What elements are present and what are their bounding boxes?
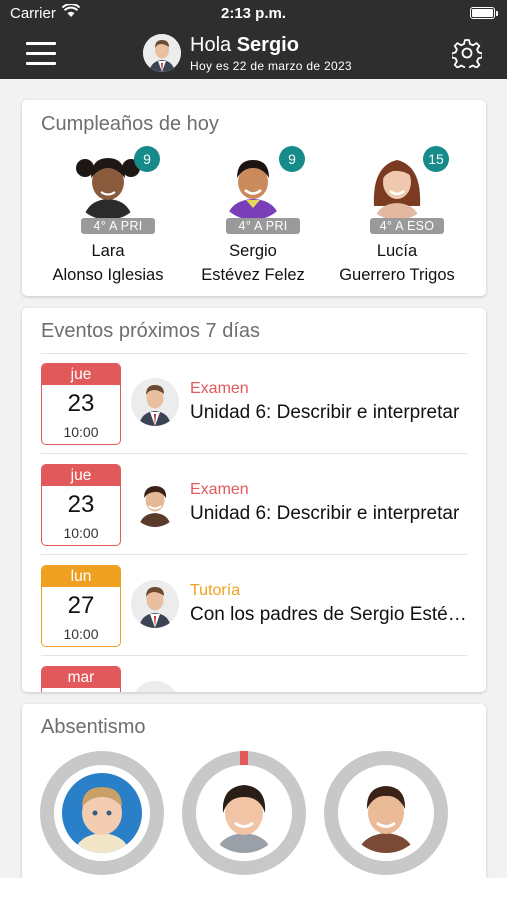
student-photo [346,773,426,853]
user-name: Sergio [236,34,299,56]
event-calendar: mar [41,666,121,692]
student-photo [204,773,284,853]
course-badge: 4° A PRI [226,218,300,234]
teacher-avatar [131,378,179,426]
absentismo-title: Absentismo [41,716,146,738]
gear-icon[interactable] [452,38,482,68]
event-weekday: lun [42,566,120,587]
birthdays-card: Cumpleaños de hoy 9 4° A PRI Lara Alonso… [22,100,486,296]
absence-progress-mark [240,751,248,765]
event-day: 23 [67,491,95,518]
student-last-name: Alonso Iglesias [52,266,164,284]
events-title: Eventos próximos 7 días [41,320,260,342]
absence-ring[interactable]: 1 [182,751,306,894]
event-description: Unidad 6: Describir e interpretar [190,402,460,423]
event-row[interactable]: jue 23 10:00 Examen Unidad 6: Describir … [22,456,486,546]
age-badge: 15 [423,146,449,172]
age-badge: 9 [134,146,160,172]
user-avatar[interactable] [143,34,181,72]
app-header: Hola Sergio Hoy es 22 de marzo de 2023 [0,28,507,79]
student-first-name: Lara [91,242,125,260]
event-calendar: jue 23 10:00 [41,363,121,445]
event-time: 10:00 [63,626,99,642]
event-day: 23 [67,390,95,417]
student-last-name: Guerrero Trigos [339,266,455,284]
event-description: Con los padres de Sergio Estévez [190,604,470,625]
status-bar: Carrier 2:13 p.m. [0,0,507,28]
event-day: 27 [67,592,95,619]
clock: 2:13 p.m. [220,5,287,22]
student-first-name: Lucía [376,242,418,260]
event-type: Tutoría [190,582,241,599]
teacher-avatar [131,479,179,527]
event-description: Unidad 6: Describir e interpretar [190,503,460,524]
battery-icon [470,7,495,19]
event-row[interactable]: mar [22,658,486,692]
course-badge: 4° A ESO [370,218,444,234]
divider [41,353,467,354]
bottom-bar [0,878,507,900]
current-date: Hoy es 22 de marzo de 2023 [190,59,352,73]
age-badge: 9 [279,146,305,172]
hamburger-menu-icon[interactable] [26,40,56,66]
birthdays-title: Cumpleaños de hoy [41,113,219,135]
student-first-name: Sergio [229,242,277,260]
student-last-name: Estévez Felez [201,266,305,284]
event-row[interactable]: lun 27 10:00 Tutoría Con los padres de S… [22,557,486,647]
greeting-text: Hola [190,34,232,56]
absentismo-card: Absentismo 0 1 [22,704,486,894]
greeting: Hola Sergio [190,34,299,57]
event-row[interactable]: jue 23 10:00 Examen Unidad 6: Describir … [22,355,486,445]
absence-ring[interactable]: 0 [40,751,164,894]
event-type: Examen [190,481,249,498]
event-weekday: jue [42,364,120,385]
divider [41,554,467,555]
events-card: Eventos próximos 7 días jue 23 10:00 Exa… [22,308,486,692]
event-type: Examen [190,380,249,397]
battery-tip [496,11,498,16]
event-calendar: lun 27 10:00 [41,565,121,647]
divider [41,453,467,454]
divider [41,655,467,656]
teacher-avatar [131,580,179,628]
course-badge: 4° A PRI [81,218,155,234]
event-time: 10:00 [63,424,99,440]
event-time: 10:00 [63,525,99,541]
absence-ring[interactable]: 0 [324,751,448,894]
event-weekday: jue [42,465,120,486]
event-calendar: jue 23 10:00 [41,464,121,546]
student-photo [62,773,142,853]
teacher-avatar [131,681,179,692]
event-weekday: mar [42,667,120,688]
